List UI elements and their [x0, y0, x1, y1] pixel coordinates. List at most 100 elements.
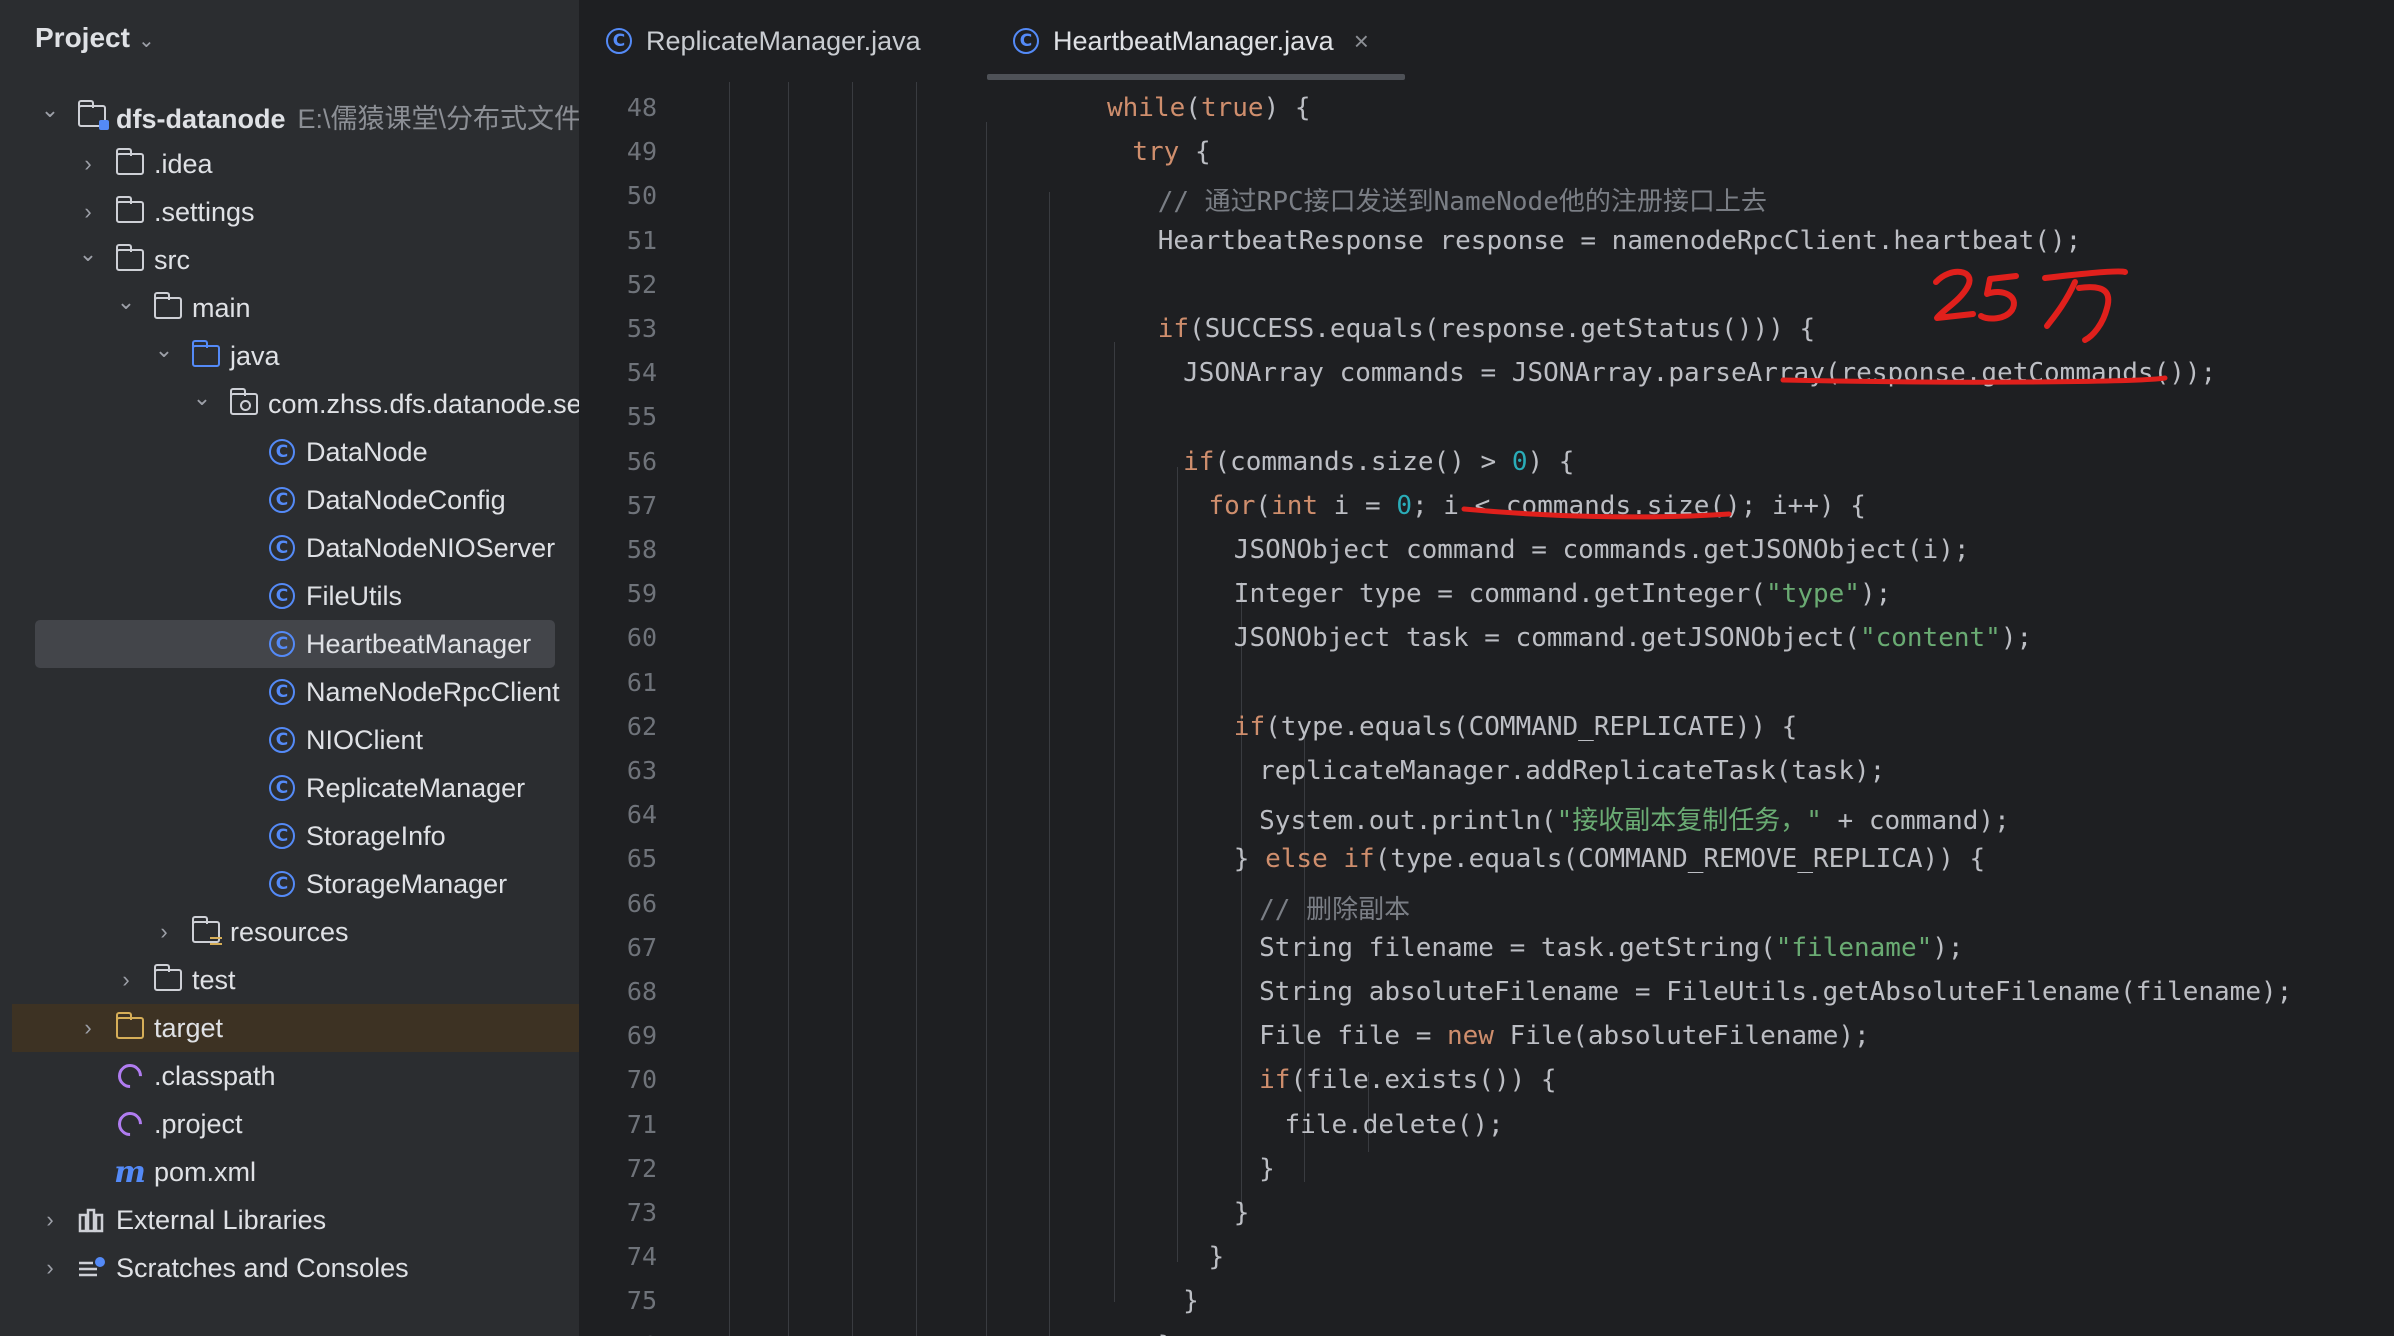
- scratches-icon: [76, 1252, 108, 1284]
- project-view-selector[interactable]: Project ⌄: [35, 22, 155, 54]
- code-line[interactable]: if(type.equals(COMMAND_REPLICATE)) {: [1234, 712, 1798, 742]
- tree-item-classpath[interactable]: .classpath: [0, 1052, 579, 1100]
- tree-item-text: java: [230, 340, 280, 371]
- code-editor[interactable]: 48 while(true) {49 try {50// 通过RPC接口发送到Nam…: [579, 82, 2394, 1336]
- code-line[interactable]: String filename = task.getString("filena…: [1259, 933, 1963, 963]
- code-token: }: [1208, 1242, 1225, 1273]
- close-tab-icon[interactable]: ×: [1354, 26, 1369, 57]
- line-number: 48: [626, 93, 657, 122]
- line-number: 60: [626, 623, 657, 653]
- chevron-down-icon[interactable]: ⌄: [76, 241, 100, 267]
- tree-item-label: src: [154, 245, 190, 276]
- tree-item-settings[interactable]: › .settings: [0, 188, 579, 236]
- tree-item-datanode[interactable]: C DataNode: [0, 428, 579, 476]
- code-line[interactable]: JSONArray commands = JSONArray.parseArra…: [1183, 358, 2216, 388]
- code-line[interactable]: for(int i = 0; i < commands.size(); i++)…: [1208, 491, 1865, 521]
- code-line[interactable]: File file = new File(absoluteFilename);: [1259, 1021, 1870, 1051]
- tree-item-label: pom.xml: [154, 1157, 256, 1188]
- chevron-down-icon[interactable]: ⌄: [138, 28, 155, 53]
- code-line[interactable]: Integer type = command.getInteger("type"…: [1234, 579, 1891, 609]
- tree-item-label: StorageManager: [306, 869, 507, 900]
- java-class-icon: C: [1013, 28, 1039, 54]
- tab-heartbeat-manager[interactable]: C HeartbeatManager.java ×: [1013, 0, 1369, 82]
- chevron-down-icon[interactable]: ⌄: [114, 289, 138, 315]
- code-line[interactable]: JSONObject command = commands.getJSONObj…: [1234, 535, 1970, 565]
- folder-icon: [228, 388, 260, 420]
- folder-icon: [76, 100, 109, 132]
- code-line[interactable]: if(SUCCESS.equals(response.getStatus()))…: [1158, 314, 1815, 344]
- java-class-icon: C: [266, 580, 298, 612]
- chevron-right-icon[interactable]: ›: [114, 967, 138, 993]
- tree-item-storageinfo[interactable]: C StorageInfo: [0, 812, 579, 860]
- tree-item-label: .classpath: [154, 1061, 276, 1092]
- code-line[interactable]: replicateManager.addReplicateTask(task);: [1259, 756, 1885, 786]
- code-line[interactable]: HeartbeatResponse response = namenodeRpc…: [1158, 226, 2082, 256]
- tree-item-project[interactable]: .project: [0, 1100, 579, 1148]
- tree-item-text: External Libraries: [116, 1204, 327, 1235]
- code-line[interactable]: } else if(type.equals(COMMAND_REMOVE_REP…: [1234, 844, 1985, 874]
- code-area[interactable]: 48 while(true) {49 try {50// 通过RPC接口发送到Nam…: [579, 82, 2394, 1336]
- chevron-right-icon[interactable]: ›: [38, 1255, 62, 1281]
- line-number: 65: [626, 844, 657, 874]
- java-class-icon: C: [266, 436, 298, 468]
- tree-item-idea[interactable]: › .idea: [0, 140, 579, 188]
- chevron-down-icon[interactable]: ⌄: [152, 337, 176, 363]
- chevron-right-icon[interactable]: ›: [152, 919, 176, 945]
- tree-item-storagemanager[interactable]: C StorageManager: [0, 860, 579, 908]
- code-line[interactable]: if(commands.size() > 0) {: [1183, 447, 1574, 477]
- tree-item-text: resources: [230, 916, 349, 947]
- code-token: (commands.size() >: [1214, 446, 1512, 477]
- code-line[interactable]: }: [1183, 1286, 1199, 1316]
- chevron-down-icon[interactable]: ⌄: [190, 385, 214, 411]
- tree-item-fileutils[interactable]: C FileUtils: [0, 572, 579, 620]
- tree-item-main[interactable]: ⌄ main: [0, 284, 579, 332]
- code-line[interactable]: }: [1259, 1154, 1275, 1184]
- code-line[interactable]: }: [1208, 1242, 1224, 1272]
- tree-item-label: HeartbeatManager: [306, 629, 531, 660]
- tree-item-resources[interactable]: › resources: [0, 908, 579, 956]
- tree-item-test[interactable]: › test: [0, 956, 579, 1004]
- tree-item-label: com.zhss.dfs.datanode.se: [268, 389, 579, 420]
- java-class-icon: C: [266, 868, 298, 900]
- code-line[interactable]: JSONObject task = command.getJSONObject(…: [1234, 623, 2032, 653]
- code-line[interactable]: // 删除副本: [1259, 889, 1410, 926]
- tree-item-text: ReplicateManager: [306, 772, 526, 803]
- tree-item-datanodeconfig[interactable]: C DataNodeConfig: [0, 476, 579, 524]
- code-line[interactable]: if(file.exists()) {: [1259, 1065, 1556, 1095]
- tree-item-external-libraries[interactable]: › External Libraries: [0, 1196, 579, 1244]
- tree-item-src[interactable]: ⌄ src: [0, 236, 579, 284]
- chevron-right-icon[interactable]: ›: [76, 151, 100, 177]
- tab-replicate-manager[interactable]: C ReplicateManager.java: [606, 0, 921, 82]
- chevron-right-icon[interactable]: ›: [76, 199, 100, 225]
- code-line[interactable]: while(true) {: [1107, 93, 1311, 123]
- tree-item-heartbeatmanager[interactable]: C HeartbeatManager: [0, 620, 579, 668]
- chevron-right-icon[interactable]: ›: [76, 1015, 100, 1041]
- code-token: (type.equals(COMMAND_REPLICATE)) {: [1265, 711, 1798, 742]
- code-token: }: [1233, 844, 1266, 875]
- chevron-down-icon[interactable]: ⌄: [38, 97, 62, 123]
- line-number: 49: [626, 137, 657, 167]
- tree-item-target[interactable]: › target: [12, 1004, 579, 1052]
- tree-item-label: test: [192, 965, 236, 996]
- code-line[interactable]: file.delete();: [1285, 1110, 1504, 1140]
- tree-item-package[interactable]: ⌄ com.zhss.dfs.datanode.se: [0, 380, 579, 428]
- code-line[interactable]: }: [1158, 1331, 1174, 1336]
- tree-item-scratches-and-consoles[interactable]: › Scratches and Consoles: [0, 1244, 579, 1292]
- code-line[interactable]: try {: [1132, 137, 1210, 167]
- chevron-right-icon[interactable]: ›: [38, 1207, 62, 1233]
- tree-item-replicatemanager[interactable]: C ReplicateManager: [0, 764, 579, 812]
- code-token: File(absoluteFilename);: [1493, 1021, 1870, 1052]
- code-token: "type": [1766, 579, 1860, 610]
- code-token: for: [1208, 490, 1256, 521]
- code-line[interactable]: // 通过RPC接口发送到NameNode他的注册接口上去: [1158, 181, 1767, 218]
- tree-item-java[interactable]: ⌄ java: [0, 332, 579, 380]
- tree-item-nioclient[interactable]: C NIOClient: [0, 716, 579, 764]
- tree-item-dfs-datanode[interactable]: ⌄ dfs-datanode E:\儒猿课堂\分布式文件: [0, 92, 579, 140]
- tree-item-pom-xml[interactable]: m pom.xml: [0, 1148, 579, 1196]
- tree-item-text: pom.xml: [154, 1156, 257, 1187]
- tree-item-datanodenioserver[interactable]: C DataNodeNIOServer: [0, 524, 579, 572]
- code-line[interactable]: String absoluteFilename = FileUtils.getA…: [1259, 977, 2292, 1007]
- tree-item-namenoderpcclient[interactable]: C NameNodeRpcClient: [0, 668, 579, 716]
- code-line[interactable]: System.out.println("接收副本复制任务，" + command…: [1259, 800, 2010, 837]
- code-line[interactable]: }: [1234, 1198, 1250, 1228]
